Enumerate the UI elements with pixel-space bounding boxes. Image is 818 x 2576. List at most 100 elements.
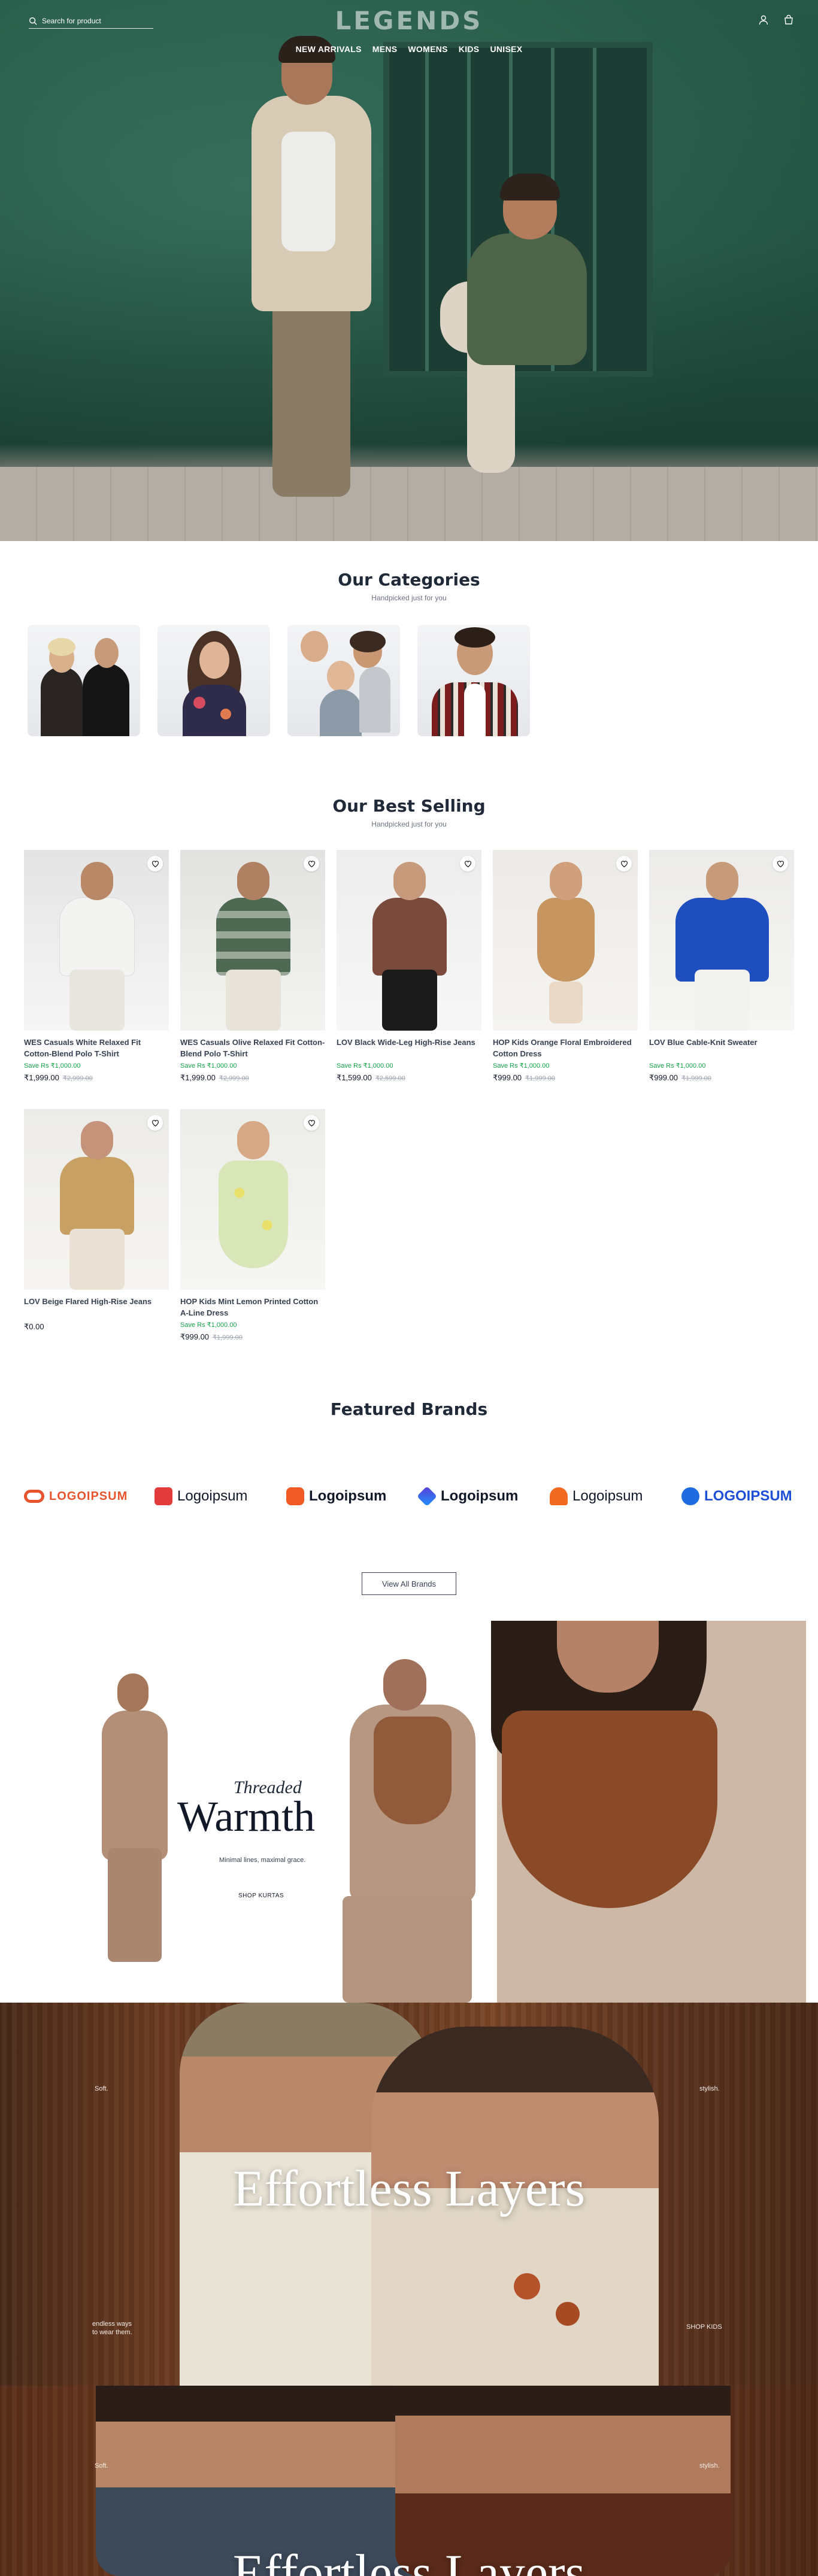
product-sale-price: ₹1,999.00 [180,1073,216,1082]
nav-new-arrivals[interactable]: NEW ARRIVALS [296,44,362,54]
brand-name: Logoipsum [572,1488,643,1504]
brand-logo[interactable]: Logoipsum [417,1483,518,1509]
banner-model-left-trousers [108,1848,162,1962]
brand-logo[interactable]: Logoipsum [154,1483,247,1509]
product-card[interactable]: LOV Black Wide-Leg High-Rise Jeans Save … [337,850,481,1083]
banner-title: Warmth [177,1793,316,1840]
product-price: ₹999.00 ₹1,999.00 [649,1073,794,1083]
banner-tagline: Minimal lines, maximal grace. [219,1857,306,1864]
product-name[interactable]: WES Casuals White Relaxed Fit Cotton-Ble… [24,1037,169,1059]
brand-mark-icon [550,1487,568,1505]
wishlist-button[interactable] [147,856,163,871]
brand-name: Logoipsum [309,1488,387,1504]
product-mrp: ₹1,999.00 [525,1075,555,1082]
brand-mark-icon [154,1487,172,1505]
nav-mens[interactable]: MENS [372,44,398,54]
brand-mark-icon [24,1490,44,1503]
nav-unisex[interactable]: UNISEX [490,44,522,54]
product-saving: Save Rs ₹1,000.00 [24,1062,81,1070]
product-name[interactable]: HOP Kids Orange Floral Embroidered Cotto… [493,1037,638,1059]
banner-model-middle-embroidery [374,1717,452,1824]
product-card[interactable]: WES Casuals White Relaxed Fit Cotton-Ble… [24,850,169,1083]
product-saving: Save Rs ₹1,000.00 [493,1062,550,1070]
product-card[interactable]: WES Casuals Olive Relaxed Fit Cotton-Ble… [180,850,325,1083]
hero-model-man-shirt [281,132,335,251]
wishlist-button[interactable] [616,856,632,871]
shop-kurtas-link[interactable]: SHOP KURTAS [238,1892,284,1899]
product-name[interactable]: HOP Kids Mint Lemon Printed Cotton A-Lin… [180,1296,325,1319]
wishlist-button[interactable] [304,856,319,871]
banner-caption-bottom: endless ways to wear them. [92,2320,132,2336]
user-icon[interactable] [758,14,769,25]
brand-name: LOGOIPSUM [49,1489,128,1503]
heart-icon [777,860,784,867]
featured-brands-title: Featured Brands [330,1399,488,1419]
categories-title: Our Categories [338,570,480,590]
product-card[interactable]: HOP Kids Mint Lemon Printed Cotton A-Lin… [180,1109,325,1342]
product-sale-price: ₹999.00 [493,1073,522,1082]
view-all-brands-button[interactable]: View All Brands [362,1572,456,1595]
category-kids[interactable] [287,625,400,736]
product-price: ₹999.00 ₹1,999.00 [180,1332,325,1342]
shop-kids-link[interactable]: SHOP KIDS [686,2323,722,2331]
hero-ground [0,467,818,541]
product-card[interactable]: LOV Blue Cable-Knit Sweater Save Rs ₹1,0… [649,850,794,1083]
best-selling-subtitle: Handpicked just for you [371,820,447,828]
nav-kids[interactable]: KIDS [459,44,480,54]
category-couple[interactable] [28,625,140,736]
nav-womens[interactable]: WOMENS [408,44,447,54]
product-image[interactable] [649,850,794,1031]
site-header: LEGENDS NEW ARRIVALS MENS WOMENS KIDS UN… [0,0,818,66]
site-logo[interactable]: LEGENDS [0,6,818,35]
categories-subtitle: Handpicked just for you [371,594,447,602]
brand-logo[interactable]: LOGOIPSUM [24,1483,128,1509]
product-name[interactable]: LOV Blue Cable-Knit Sweater [649,1037,794,1059]
banner-title: Effortless Layers [232,2544,586,2576]
wishlist-button[interactable] [460,856,475,871]
product-price: ₹0.00 [24,1322,169,1332]
product-saving: Save Rs ₹1,000.00 [649,1062,706,1070]
wishlist-button[interactable] [147,1115,163,1131]
category-women[interactable] [157,625,270,736]
product-image[interactable] [493,850,638,1031]
product-card[interactable]: HOP Kids Orange Floral Embroidered Cotto… [493,850,638,1083]
heart-icon [308,860,315,867]
product-image[interactable] [180,1109,325,1290]
brand-logo[interactable]: LOGOIPSUM [681,1483,792,1509]
wishlist-button[interactable] [772,856,788,871]
category-men[interactable] [417,625,530,736]
banner-caption-right: stylish. [699,2462,720,2469]
brand-name: LOGOIPSUM [704,1488,792,1504]
kids-layers-banner[interactable]: Effortless Layers Soft. stylish. endless… [0,2003,818,2386]
product-name[interactable]: WES Casuals Olive Relaxed Fit Cotton-Ble… [180,1037,325,1059]
product-price: ₹999.00 ₹1,999.00 [493,1073,638,1083]
banner-model-left-head [117,1673,149,1712]
product-sale-price: ₹999.00 [649,1073,678,1082]
product-name[interactable]: LOV Black Wide-Leg High-Rise Jeans [337,1037,481,1059]
header-actions [758,14,794,25]
brand-mark-icon [286,1487,304,1505]
product-image[interactable] [24,1109,169,1290]
hero-model-boy-hair [500,174,560,201]
product-mrp: ₹2,999.00 [62,1075,93,1082]
main-nav: NEW ARRIVALS MENS WOMENS KIDS UNISEX [0,44,818,54]
best-selling-title: Our Best Selling [332,796,486,816]
product-card[interactable]: LOV Beige Flared High-Rise Jeans ₹0.00 [24,1109,169,1332]
brand-mark-icon [681,1487,699,1505]
banner-model-middle-trousers [343,1896,472,2003]
product-image[interactable] [180,850,325,1031]
heart-icon [152,860,159,867]
product-name[interactable]: LOV Beige Flared High-Rise Jeans [24,1296,169,1319]
banner-caption-right: stylish. [699,2085,720,2092]
kurtas-banner[interactable]: Threaded Warmth Minimal lines, maximal g… [0,1621,818,2003]
brand-logo[interactable]: Logoipsum [286,1483,386,1509]
wishlist-button[interactable] [304,1115,319,1131]
product-image[interactable] [24,850,169,1031]
brand-mark-icon [417,1486,437,1506]
product-image[interactable] [337,850,481,1031]
layers-banner-2[interactable]: Soft. stylish. Effortless Layers [0,2386,818,2576]
cart-icon[interactable] [783,14,794,25]
product-price: ₹1,999.00 ₹2,999.00 [24,1073,169,1083]
brand-logo[interactable]: Logoipsum [550,1483,643,1509]
product-saving: Save Rs ₹1,000.00 [180,1062,237,1070]
